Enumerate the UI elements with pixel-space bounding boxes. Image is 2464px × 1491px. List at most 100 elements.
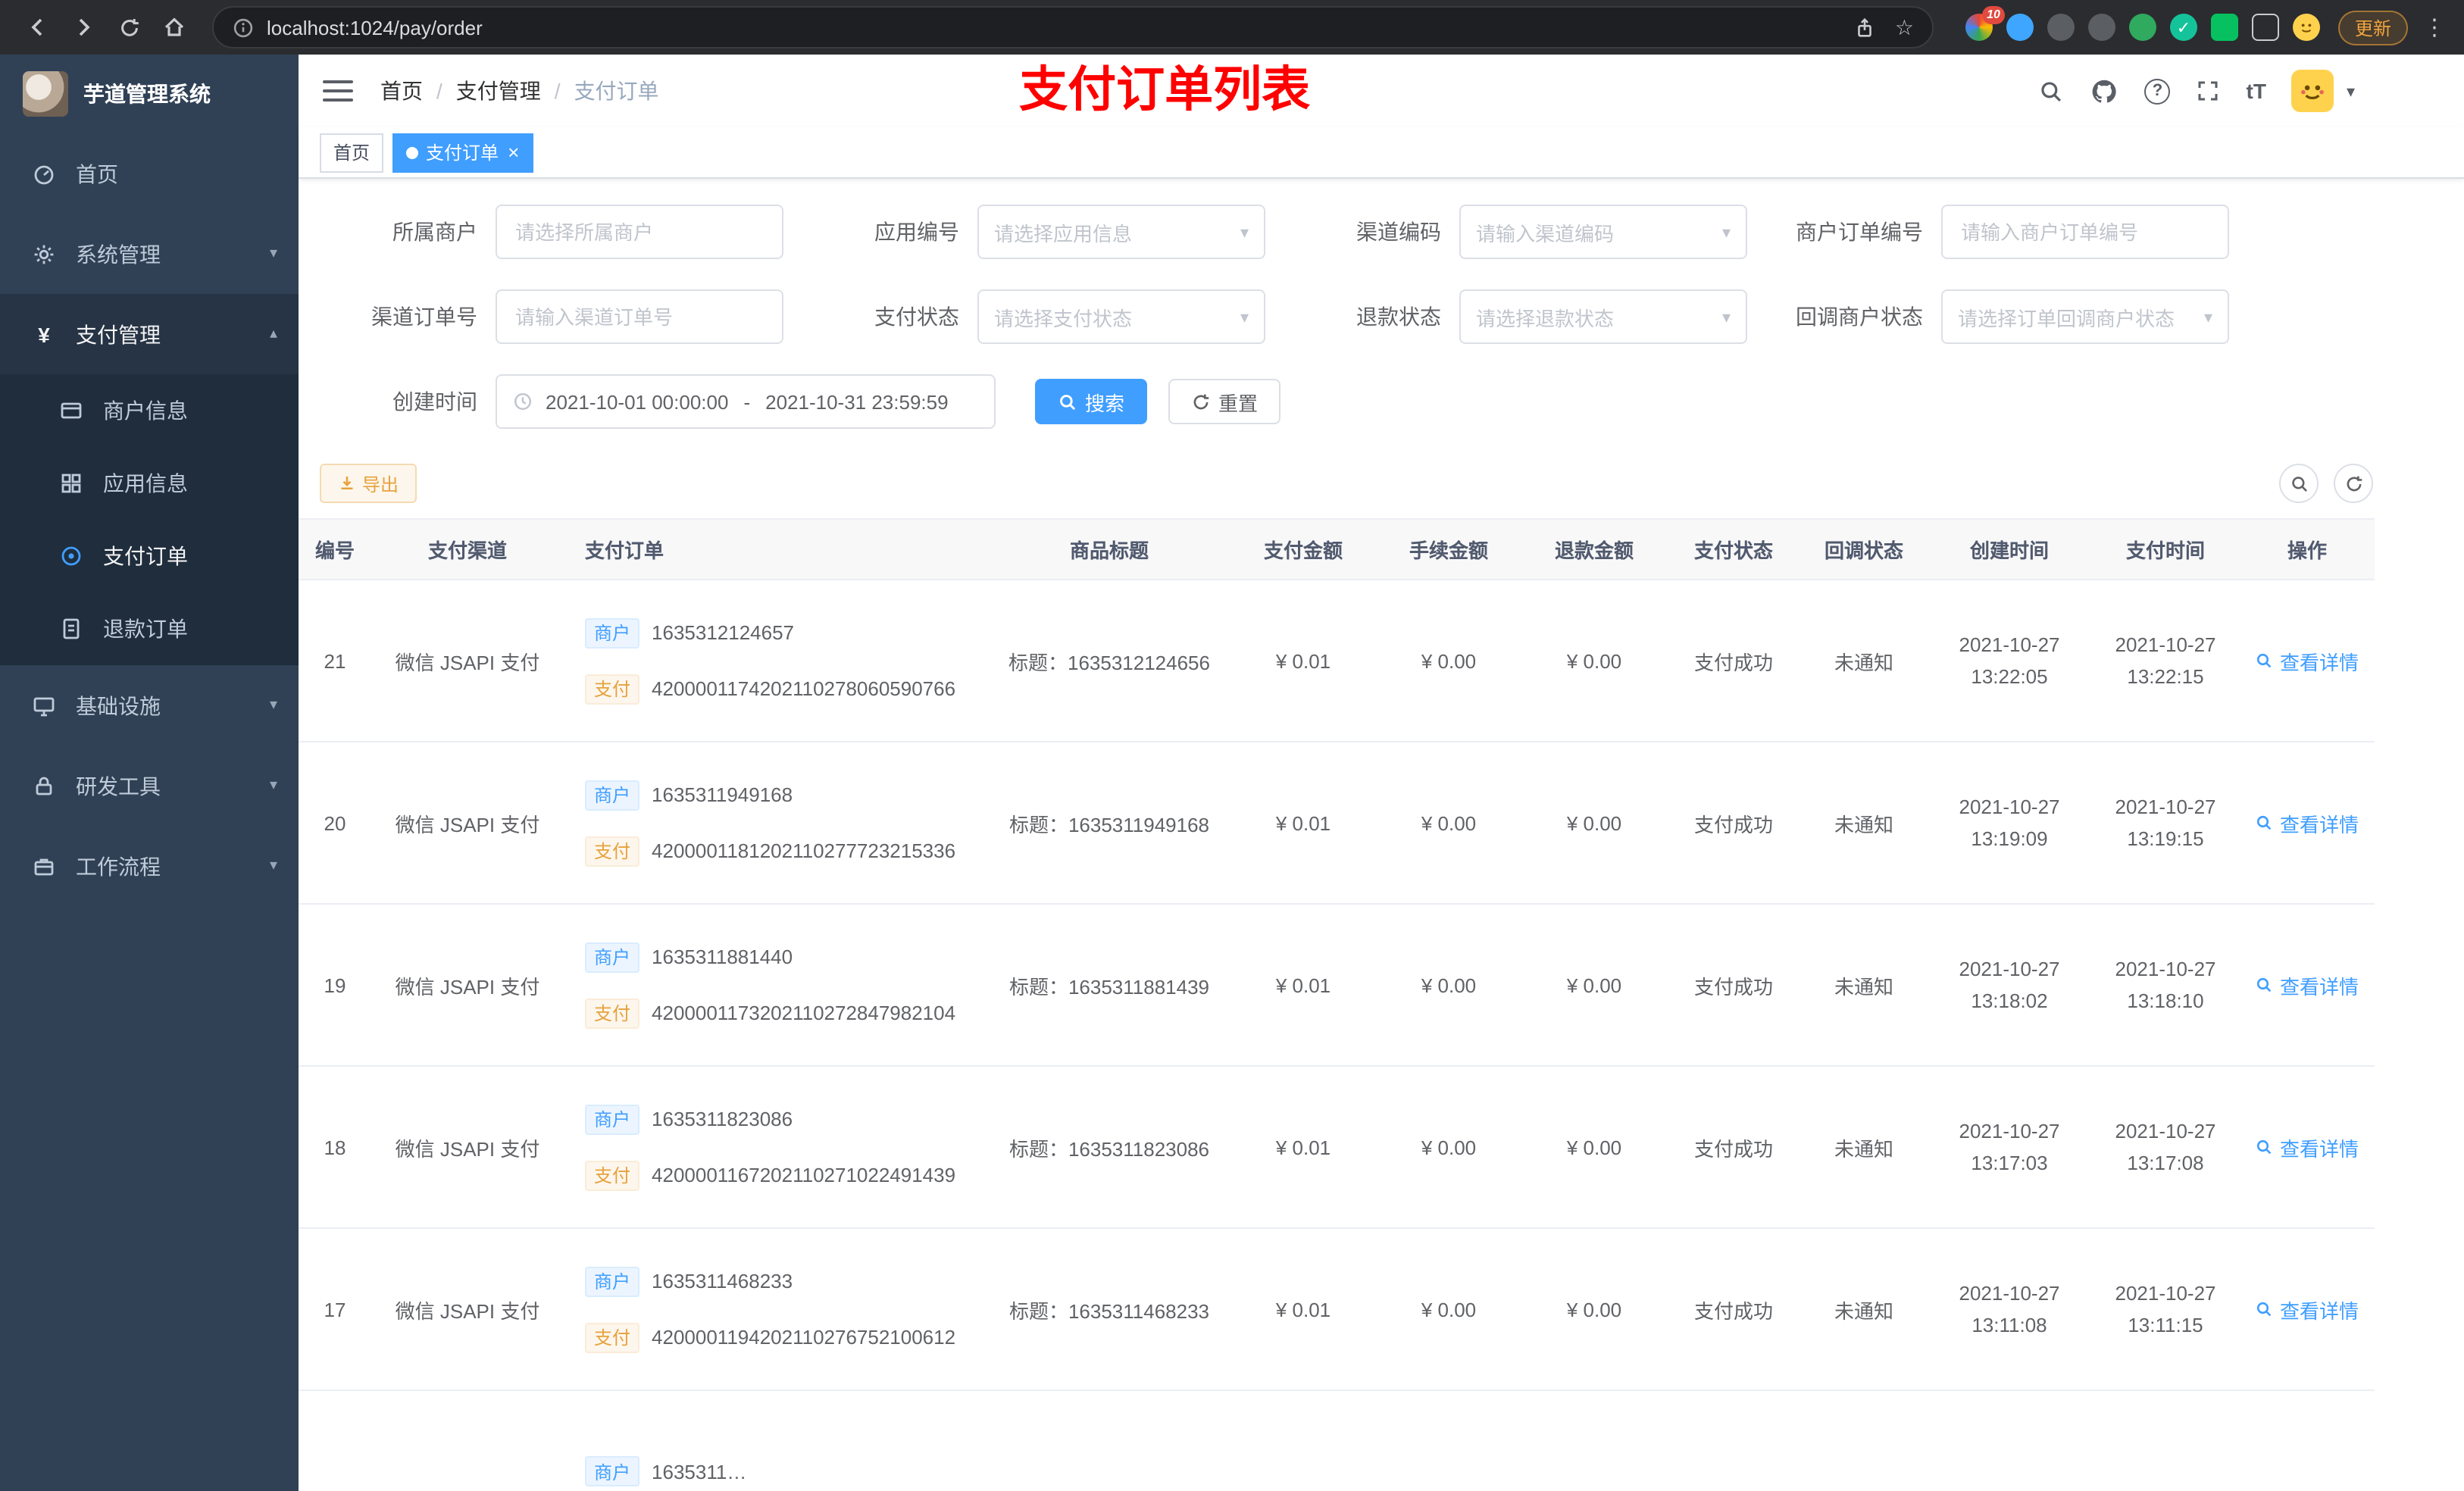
- cell-pay-amount: ¥ 0.01: [1275, 649, 1331, 672]
- extension-icon-colorful[interactable]: 10: [1965, 6, 2005, 41]
- sidebar-item-label: 系统管理: [76, 242, 161, 266]
- col-header-notify-status: 回调状态: [1800, 518, 1928, 580]
- font-size-icon[interactable]: tT: [2247, 79, 2266, 103]
- breadcrumb-payment[interactable]: 支付管理: [456, 76, 541, 106]
- merchant-order-no: 1635311…: [652, 1460, 747, 1483]
- cell-fee-amount: ¥ 0.00: [1421, 1136, 1477, 1158]
- select-placeholder: 请选择支付状态: [994, 307, 1133, 330]
- view-detail-link[interactable]: 查看详情: [2256, 971, 2359, 999]
- cell-notify-status: 未通知: [1834, 1137, 1893, 1160]
- bookmark-star-icon[interactable]: ☆: [1895, 14, 1914, 40]
- sidebar-item-infra[interactable]: 基础设施 ▾: [0, 665, 299, 746]
- search-icon: [2256, 1300, 2274, 1318]
- extension-icon-dark-1[interactable]: [2047, 14, 2075, 41]
- merchant-select-input[interactable]: [496, 205, 783, 259]
- back-icon[interactable]: [18, 8, 58, 47]
- extension-icon-check[interactable]: ✓: [2169, 14, 2197, 41]
- sidebar-item-payment[interactable]: ¥ 支付管理 ▴: [0, 294, 299, 374]
- refresh-table-button[interactable]: [2334, 464, 2373, 503]
- cell-notify-status: 未通知: [1834, 651, 1893, 674]
- channel-code-select[interactable]: 请输入渠道编码 ▾: [1459, 205, 1747, 259]
- fullscreen-icon[interactable]: [2197, 79, 2221, 103]
- search-icon[interactable]: [2039, 78, 2065, 104]
- cell-pay-amount: ¥ 0.01: [1275, 974, 1331, 996]
- url-bar[interactable]: localhost:1024/pay/order ☆: [212, 6, 1934, 48]
- cell-title: 标题：1635311823086: [1008, 1137, 1210, 1160]
- breadcrumb: 首页 / 支付管理 / 支付订单: [380, 76, 659, 106]
- hamburger-icon[interactable]: [323, 74, 353, 108]
- app-select[interactable]: 请选择应用信息 ▾: [977, 205, 1265, 259]
- site-info-icon[interactable]: [232, 16, 255, 39]
- sidebar-item-home[interactable]: 首页: [0, 133, 299, 214]
- extension-icon-green[interactable]: [2128, 14, 2156, 41]
- sidebar-item-merchant-info[interactable]: 商户信息: [0, 374, 299, 447]
- cell-id: 21: [324, 649, 346, 672]
- screen: localhost:1024/pay/order ☆ 10 ✓ 更新 ⋮ 芋道管…: [0, 0, 2464, 1491]
- app-logo[interactable]: 芋道管理系统: [0, 55, 299, 133]
- breadcrumb-current: 支付订单: [574, 79, 659, 103]
- browser-menu-icon[interactable]: ⋮: [2423, 14, 2446, 41]
- search-icon: [2256, 814, 2274, 832]
- table-row: 20 微信 JSAPI 支付 商户 1635311949168 支付 4200001…: [299, 742, 2375, 905]
- extensions-menu-icon[interactable]: [2251, 14, 2279, 41]
- chevron-down-icon: ▾: [269, 858, 277, 874]
- payment-submenu: 商户信息 应用信息 支付订单 退款订单: [0, 374, 299, 665]
- extension-icon-wechat-devtools[interactable]: [2210, 14, 2238, 41]
- user-avatar[interactable]: [2291, 70, 2334, 112]
- cell-id: 18: [324, 1136, 346, 1158]
- pay-status-select[interactable]: 请选择支付状态 ▾: [977, 289, 1265, 344]
- tab-home[interactable]: 首页: [320, 133, 384, 172]
- home-icon[interactable]: [155, 8, 194, 47]
- view-detail-link[interactable]: 查看详情: [2256, 646, 2359, 675]
- table-row: 21 微信 JSAPI 支付 商户 1635312124657 支付 4200001…: [299, 580, 2375, 742]
- sidebar-item-refund-order[interactable]: 退款订单: [0, 592, 299, 665]
- merchant-order-no-input[interactable]: [1941, 205, 2229, 259]
- view-detail-link[interactable]: 查看详情: [2256, 808, 2359, 837]
- page-body: 所属商户 应用编号 请选择应用信息 ▾ 渠道编码 请输入渠道编码: [299, 179, 2464, 1491]
- sidebar-item-devtools[interactable]: 研发工具 ▾: [0, 746, 299, 826]
- github-icon[interactable]: [2090, 77, 2119, 105]
- share-icon[interactable]: [1854, 16, 1877, 39]
- col-header-id: 编号: [299, 518, 371, 580]
- sidebar-item-label: 工作流程: [76, 854, 161, 878]
- sidebar-item-app-info[interactable]: 应用信息: [0, 447, 299, 520]
- browser-profile-avatar[interactable]: [2292, 14, 2320, 41]
- cell-pay-time: 2021-10-27 13:19:15: [2115, 796, 2216, 850]
- forward-icon[interactable]: [64, 8, 103, 47]
- cell-title: 标题：1635311949168: [1008, 813, 1210, 836]
- refund-status-select[interactable]: 请选择退款状态 ▾: [1459, 289, 1747, 344]
- chevron-down-icon[interactable]: ▾: [2347, 81, 2355, 101]
- export-button[interactable]: 导出: [320, 464, 417, 503]
- export-button-label: 导出: [362, 474, 399, 495]
- cell-channel: 微信 JSAPI 支付: [395, 975, 540, 998]
- breadcrumb-home[interactable]: 首页: [380, 76, 423, 106]
- tab-pay-order[interactable]: 支付订单 ×: [392, 133, 533, 172]
- extension-icon-dark-2[interactable]: [2087, 14, 2115, 41]
- col-header-refund-amount: 退款金额: [1521, 518, 1667, 580]
- refresh-icon[interactable]: [109, 8, 149, 47]
- toggle-search-button[interactable]: [2279, 464, 2319, 503]
- chevron-down-icon: ▾: [269, 245, 277, 262]
- sidebar-item-system[interactable]: 系统管理 ▾: [0, 214, 299, 294]
- view-detail-link[interactable]: 查看详情: [2256, 1133, 2359, 1161]
- extension-icon-blue[interactable]: [2006, 14, 2034, 41]
- filter-label-create-time: 创建时间: [392, 389, 477, 414]
- merchant-tag: 商户: [585, 1456, 640, 1486]
- col-header-title: 商品标题: [988, 518, 1230, 580]
- create-time-range-picker[interactable]: 2021-10-01 00:00:00 - 2021-10-31 23:59:5…: [496, 374, 996, 429]
- reset-button[interactable]: 重置: [1168, 379, 1281, 424]
- search-button[interactable]: 搜索: [1035, 379, 1148, 424]
- cell-create-time: 2021-10-27 13:18:02: [1959, 958, 2060, 1012]
- help-icon[interactable]: ?: [2144, 78, 2171, 104]
- callback-status-select[interactable]: 请选择订单回调商户状态 ▾: [1941, 289, 2229, 344]
- cell-pay-time: 2021-10-27 13:18:10: [2115, 958, 2216, 1012]
- view-detail-link[interactable]: 查看详情: [2256, 1295, 2359, 1324]
- sidebar-item-workflow[interactable]: 工作流程 ▾: [0, 826, 299, 906]
- cell-refund-amount: ¥ 0.00: [1566, 811, 1622, 834]
- cell-pay-time: 2021-10-27 13:11:15: [2115, 1282, 2216, 1336]
- close-icon[interactable]: ×: [508, 142, 519, 162]
- sidebar-item-label: 支付管理: [76, 322, 161, 346]
- browser-update-button[interactable]: 更新: [2337, 10, 2408, 45]
- channel-order-no-input[interactable]: [496, 289, 783, 344]
- sidebar-item-pay-order[interactable]: 支付订单: [0, 520, 299, 592]
